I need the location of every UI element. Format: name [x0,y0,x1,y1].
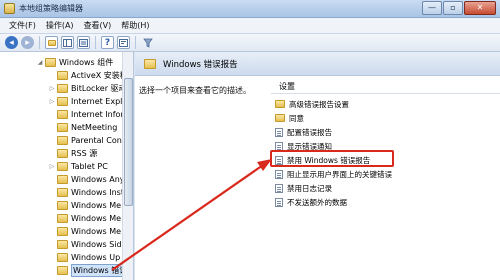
folder-icon [57,123,68,132]
tree-item[interactable]: Windows Up [48,251,120,264]
tree-item[interactable]: NetMeeting [48,121,117,134]
menu-action[interactable]: 操作(A) [41,20,79,31]
tree-item[interactable]: RSS 源 [48,147,97,160]
toolbar-separator [39,36,40,49]
up-folder-icon[interactable] [45,36,58,49]
show-hide-tree-icon[interactable] [61,36,74,49]
tree-item[interactable]: ▷ BitLocker 驱动 [48,82,127,95]
tree-item-selected[interactable]: Windows 错误 [48,264,130,277]
back-icon[interactable]: ◂ [5,36,18,49]
folder-icon [57,201,68,210]
tree-item[interactable]: Windows Any [48,173,125,186]
folder-icon [57,110,68,119]
scrollbar-thumb[interactable] [124,78,133,206]
tree-pane[interactable]: ◢ Windows 组件 ActiveX 安装程 ▷ BitLocker 驱动 … [0,52,134,280]
properties-icon[interactable] [117,36,130,49]
help-icon[interactable]: ? [101,36,114,49]
tree-item[interactable]: Parental Cont [48,134,125,147]
close-button[interactable]: ✕ [464,1,496,15]
settings-item[interactable]: 不发送额外的数据 [275,196,347,208]
folder-icon [144,58,156,69]
folder-icon [57,214,68,223]
title-bar: 本地组策略编辑器 — ▫ ✕ [0,0,500,18]
banner-title: Windows 错误报告 [163,59,238,70]
tree-scrollbar[interactable] [122,52,133,280]
settings-item[interactable]: 禁用日志记录 [275,182,332,194]
folder-icon [57,162,68,171]
folder-icon [57,188,68,197]
settings-item[interactable]: 阻止显示用户界面上的关键错误 [275,168,392,180]
forward-icon[interactable]: ▸ [21,36,34,49]
tree-item[interactable]: Windows Me [48,212,121,225]
content-banner: Windows 错误报告 [135,52,500,76]
settings-item[interactable]: 高级错误报告设置 [275,98,349,110]
settings-item[interactable]: 同意 [275,112,304,124]
tree-item[interactable]: Internet Infor [48,108,124,121]
expand-arrow-icon[interactable]: ▷ [48,85,56,92]
folder-icon [275,100,285,108]
folder-icon [57,84,68,93]
menu-bar: 文件(F) 操作(A) 查看(V) 帮助(H) [0,18,500,34]
folder-icon [57,71,68,80]
folder-icon [57,136,68,145]
policy-icon [275,197,283,207]
folder-icon [275,114,285,122]
folder-icon [57,253,68,262]
menu-file[interactable]: 文件(F) [4,20,41,31]
tree-item[interactable]: ◢ Windows 组件 [36,56,113,69]
expand-arrow-icon[interactable]: ▷ [48,98,56,105]
tree-item[interactable]: Windows Me [48,199,121,212]
menu-help[interactable]: 帮助(H) [116,20,154,31]
policy-icon [275,183,283,193]
folder-icon [57,149,68,158]
tree-item[interactable]: Windows Inst [48,186,124,199]
minimize-button[interactable]: — [422,1,442,15]
toolbar: ◂ ▸ ? [0,34,500,52]
folder-icon [57,240,68,249]
maximize-button[interactable]: ▫ [443,1,463,15]
description-text: 选择一个项目来查看它的描述。 [139,86,251,95]
folder-icon [57,266,68,275]
app-icon [4,3,15,14]
folder-icon [57,97,68,106]
filter-icon[interactable] [141,36,154,49]
window-controls: — ▫ ✕ [422,1,496,16]
toolbar-separator [135,36,136,49]
folder-icon [57,175,68,184]
menu-view[interactable]: 查看(V) [79,20,117,31]
collapse-arrow-icon[interactable]: ◢ [36,59,44,66]
tree-item[interactable]: Windows Me [48,225,121,238]
annotation-highlight-box [270,150,394,167]
expand-arrow-icon[interactable]: ▷ [48,163,56,170]
window-title: 本地组策略编辑器 [19,4,83,13]
toolbar-separator [95,36,96,49]
policy-icon [275,169,283,179]
folder-icon [57,227,68,236]
policy-icon [275,127,283,137]
folder-icon [45,58,56,67]
tree-item[interactable]: Windows Sid [48,238,122,251]
settings-item[interactable]: 配置错误报告 [275,126,332,138]
settings-column-header[interactable]: 设置 [271,80,500,94]
tree-item[interactable]: ▷ Internet Explo [48,95,127,108]
tree-item[interactable]: ActiveX 安装程 [48,69,128,82]
export-list-icon[interactable] [77,36,90,49]
tree-item[interactable]: ▷ Tablet PC [48,160,108,173]
